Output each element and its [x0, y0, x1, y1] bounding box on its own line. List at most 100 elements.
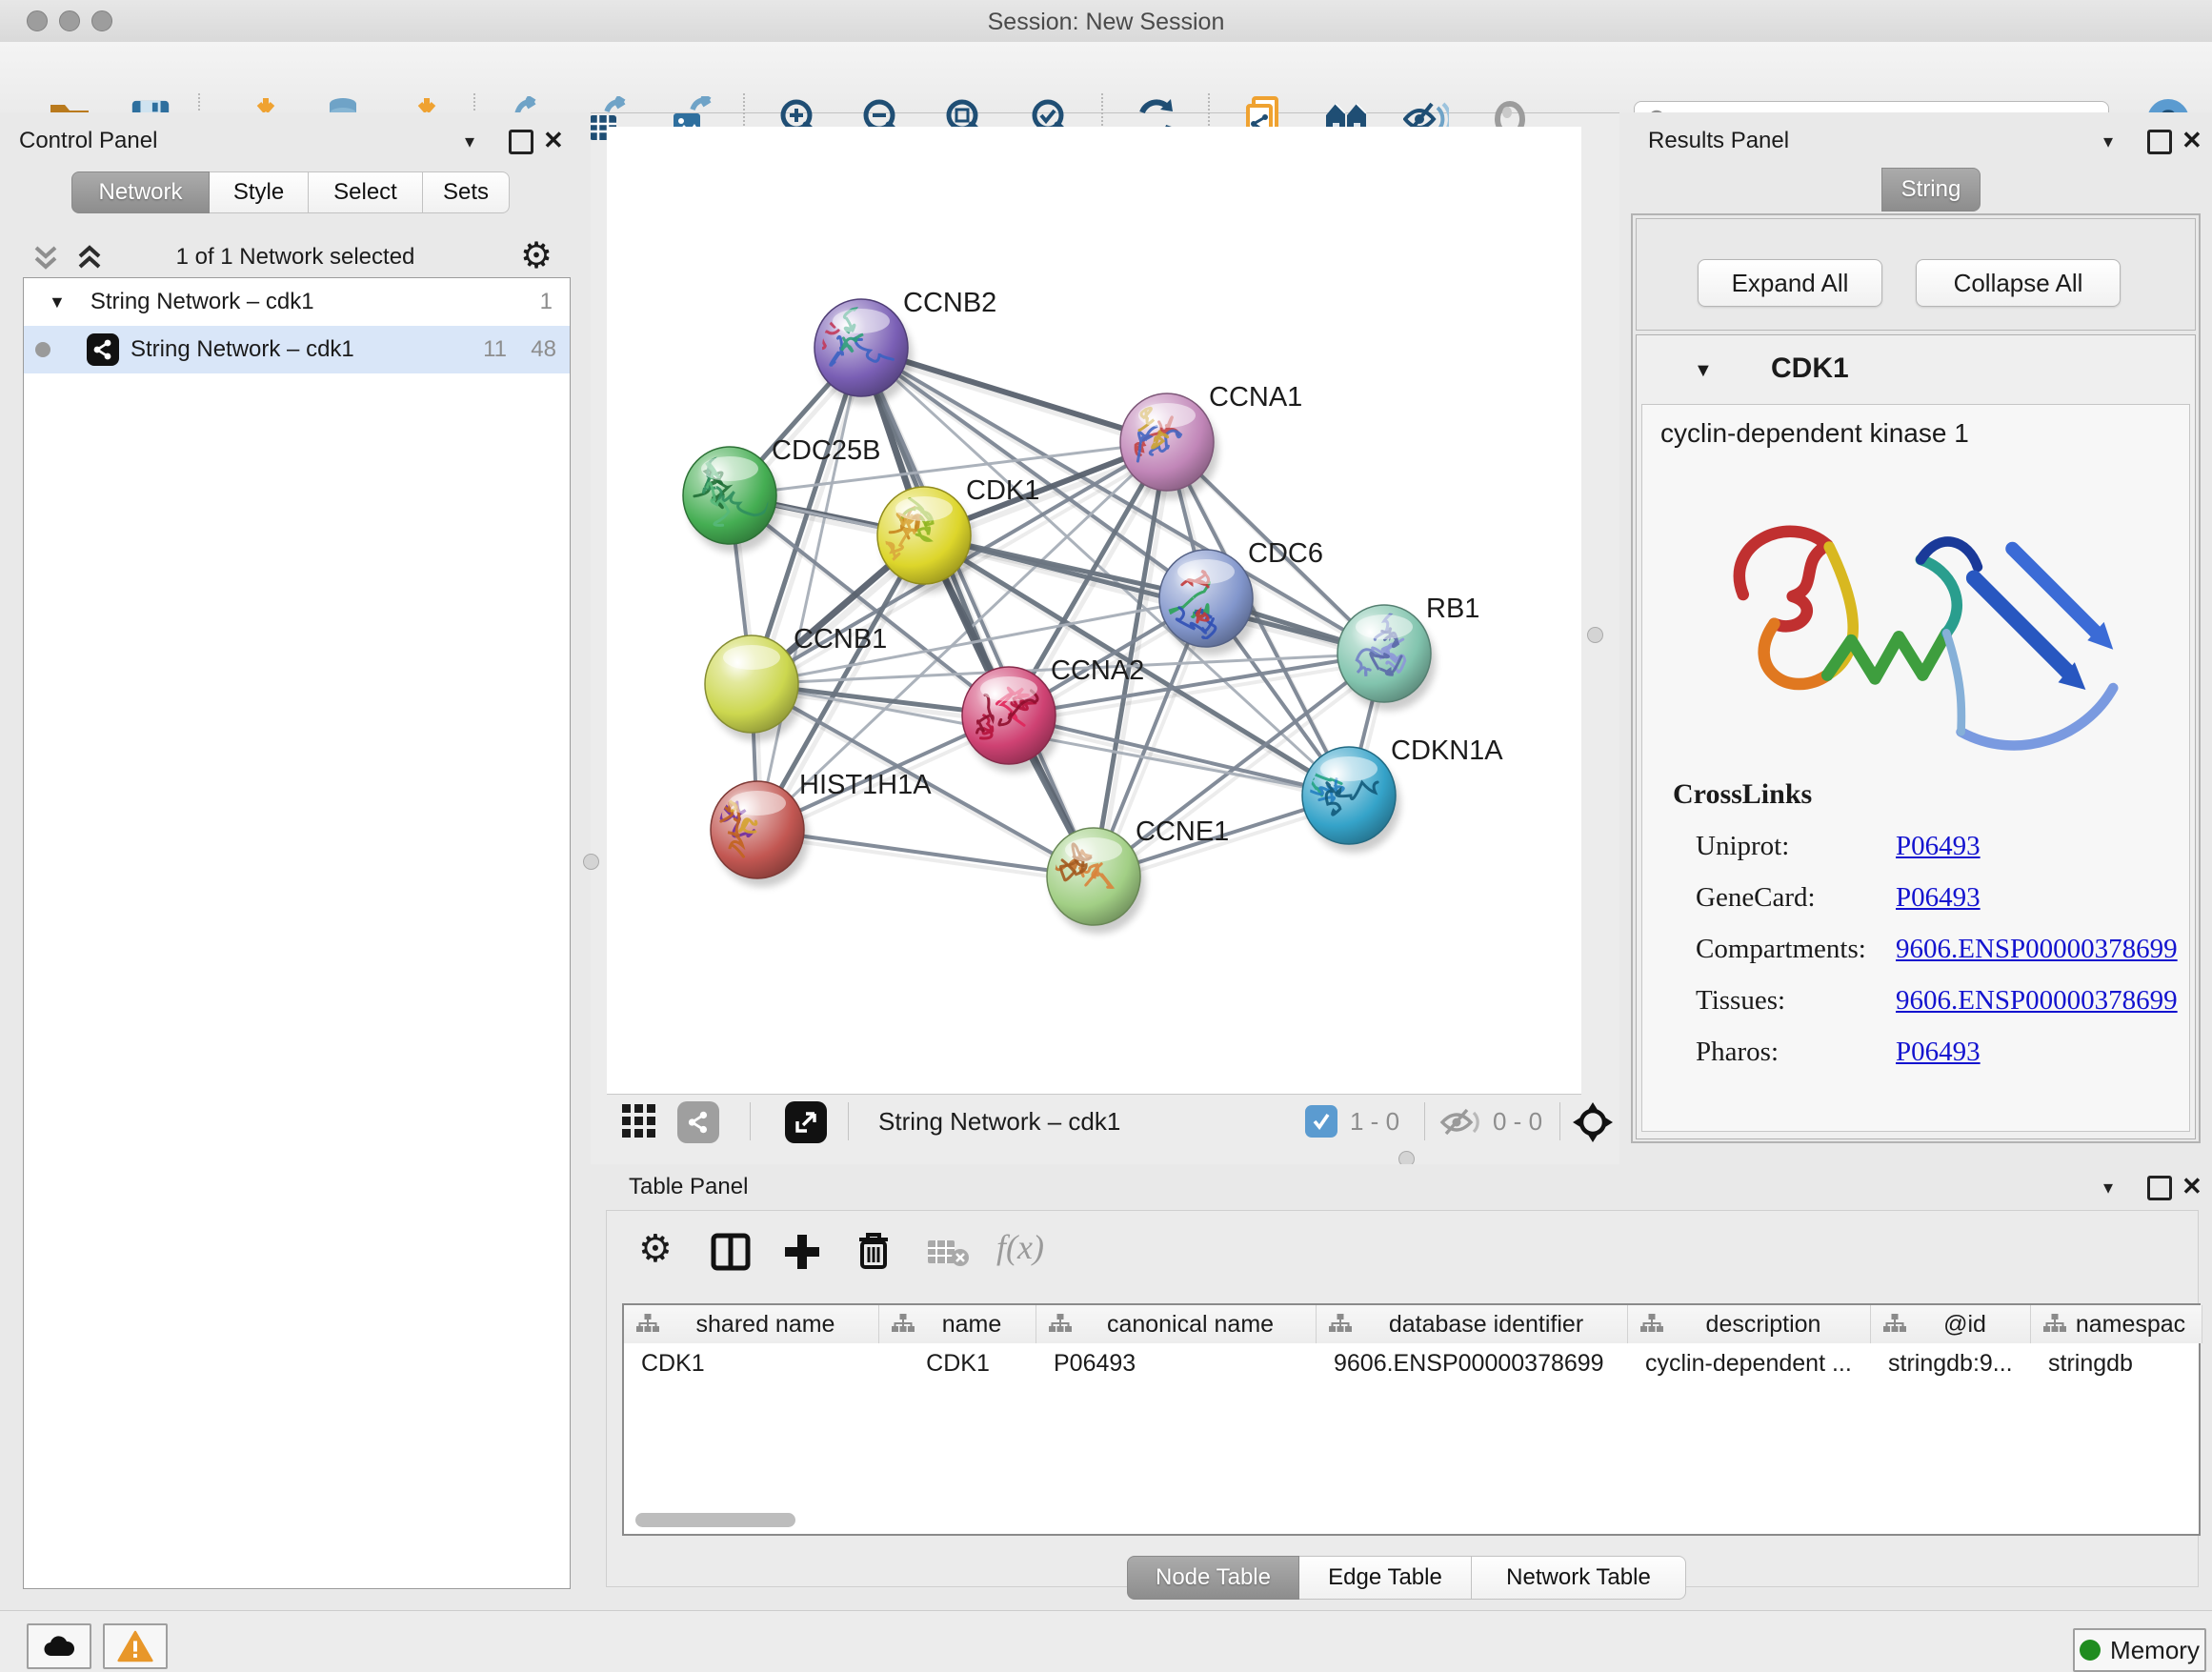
splitter-handle[interactable] [1587, 627, 1603, 643]
delete-table-icon[interactable] [926, 1237, 970, 1274]
open-in-window-icon[interactable] [785, 1101, 827, 1143]
crosslink-label: Tissues: [1696, 975, 1896, 1026]
float-panel-icon[interactable] [509, 130, 533, 154]
column-header[interactable]: database identifier [1317, 1305, 1628, 1343]
column-header[interactable]: description [1628, 1305, 1871, 1343]
column-header[interactable]: canonical name [1036, 1305, 1317, 1343]
delete-column-icon[interactable] [855, 1231, 892, 1276]
expand-all-button[interactable]: Expand All [1698, 259, 1882, 307]
tab-edge-table[interactable]: Edge Table [1299, 1556, 1472, 1600]
panel-menu-icon[interactable]: ▾ [2103, 130, 2113, 153]
table-cell[interactable]: cyclin-dependent ... [1628, 1343, 1871, 1383]
tab-network-table[interactable]: Network Table [1472, 1556, 1686, 1600]
crosslink-label: Compartments: [1696, 923, 1896, 975]
network-canvas[interactable]: CCNB2 CCNA1 CDC25B CDK1 CDC6 RB1 CCNB1 CCNA2 CDK… [607, 127, 1581, 1094]
string-network-icon [87, 333, 119, 366]
network-node-RB1[interactable]: RB1 [1337, 594, 1479, 711]
table-cell[interactable]: CDK1 [879, 1343, 1036, 1383]
crosslink-row: Compartments:9606.ENSP00000378699 [1696, 923, 2178, 975]
network-options-gear-icon[interactable]: ⚙ [520, 234, 553, 277]
table-cell[interactable]: P06493 [1036, 1343, 1317, 1383]
window-status-bar: Memory [0, 1610, 2212, 1672]
network-node-HIST1H1A[interactable]: HIST1H1A [698, 770, 933, 887]
network-node-CCNA1[interactable]: CCNA1 [1120, 382, 1302, 499]
close-panel-icon[interactable]: ✕ [2182, 1172, 2202, 1201]
table-cell[interactable]: CDK1 [624, 1343, 879, 1383]
column-header-label: description [1706, 1311, 1821, 1339]
splitter-handle[interactable] [583, 854, 599, 870]
tab-node-table[interactable]: Node Table [1127, 1556, 1299, 1600]
statusbar-separator [848, 1102, 849, 1140]
collapse-all-networks-icon[interactable] [29, 240, 63, 279]
crosslink-value[interactable]: 9606.ENSP00000378699 [1896, 934, 2178, 964]
table-cell[interactable]: 9606.ENSP00000378699 [1317, 1343, 1628, 1383]
table-cell[interactable]: stringdb [2031, 1343, 2202, 1383]
table-cell[interactable]: stringdb:9... [1871, 1343, 2031, 1383]
crosslink-value[interactable]: P06493 [1896, 831, 1981, 861]
results-buttons-box: Expand All Collapse All [1636, 218, 2196, 331]
hidden-eye-icon[interactable] [1438, 1107, 1480, 1142]
selected-checkbox-icon[interactable] [1305, 1105, 1337, 1138]
network-node-CDKN1A[interactable]: CDKN1A [1293, 735, 1503, 853]
main-toolbar: ? [0, 42, 2212, 113]
panel-menu-icon[interactable]: ▾ [465, 130, 474, 153]
column-header-label: @id [1943, 1311, 1986, 1339]
close-panel-icon[interactable]: ✕ [2182, 126, 2202, 155]
node-label: HIST1H1A [799, 770, 932, 800]
tab-network[interactable]: Network [71, 171, 210, 213]
expand-all-networks-icon[interactable] [72, 240, 107, 279]
add-column-icon[interactable] [783, 1233, 821, 1276]
column-header[interactable]: name [879, 1305, 1036, 1343]
close-panel-icon[interactable]: ✕ [543, 126, 564, 155]
network-node-CDK1[interactable]: CDK1 [877, 475, 1039, 593]
column-header[interactable]: namespac [2031, 1305, 2202, 1343]
node-label: CDC6 [1248, 538, 1323, 569]
network-collection-row[interactable]: ▼ String Network – cdk1 1 [24, 278, 570, 326]
tab-style[interactable]: Style [210, 171, 309, 213]
panel-menu-icon[interactable]: ▾ [2103, 1176, 2113, 1199]
birdseye-grid-icon[interactable] [620, 1102, 660, 1147]
network-node-CCNE1[interactable]: CCNE1 [1018, 816, 1230, 934]
function-builder-button[interactable]: f(x) [996, 1227, 1044, 1267]
collapse-triangle-icon[interactable]: ▼ [49, 292, 66, 312]
float-panel-icon[interactable] [2147, 130, 2172, 154]
node-label: CCNB2 [903, 288, 996, 318]
crosslink-row: Pharos:P06493 [1696, 1026, 2178, 1078]
collapse-all-button[interactable]: Collapse All [1916, 259, 2121, 307]
memory-button[interactable]: Memory [2073, 1628, 2206, 1672]
column-header[interactable]: @id [1871, 1305, 2031, 1343]
section-collapse-icon[interactable]: ▼ [1694, 360, 1713, 382]
network-view-toolbar: String Network – cdk1 1 - 0 0 - 0 [607, 1094, 1581, 1149]
network-node-CCNA2[interactable]: CCNA2 [962, 655, 1144, 773]
fit-content-crosshair-icon[interactable] [1571, 1100, 1615, 1149]
results-panel: Results Panel ▾ ✕ String Expand All Coll… [1619, 112, 2212, 1164]
crosslink-label: GeneCard: [1696, 872, 1896, 923]
network-row[interactable]: String Network – cdk1 11 48 [24, 326, 570, 373]
memory-label: Memory [2110, 1636, 2200, 1665]
crosslink-value[interactable]: 9606.ENSP00000378699 [1896, 985, 2178, 1016]
table-settings-gear-icon[interactable]: ⚙ [638, 1227, 673, 1271]
show-columns-icon[interactable] [711, 1233, 751, 1276]
warnings-button[interactable] [103, 1623, 168, 1669]
network-graph[interactable]: CCNB2 CCNA1 CDC25B CDK1 CDC6 RB1 CCNB1 CCNA2 CDK… [607, 127, 1581, 1094]
node-label: CDC25B [772, 435, 880, 466]
statusbar-separator [1424, 1102, 1425, 1140]
crosslinks-list: Uniprot:P06493 GeneCard:P06493 Compartme… [1696, 820, 2178, 1078]
crosslink-label: Uniprot: [1696, 820, 1896, 872]
column-header[interactable]: shared name [624, 1305, 879, 1343]
cloud-status-button[interactable] [27, 1623, 91, 1669]
edge-count: 48 [531, 336, 556, 363]
table-panel: Table Panel ▾ ✕ ⚙ f(x) shared namenameca… [591, 1164, 2212, 1610]
network-node-CCNB1[interactable]: CCNB1 [705, 624, 887, 741]
tab-string[interactable]: String [1881, 168, 1981, 212]
tab-sets[interactable]: Sets [423, 171, 510, 213]
control-panel-tabs: Network Style Select Sets [71, 171, 510, 213]
crosslink-value[interactable]: P06493 [1896, 1037, 1981, 1067]
window-title: Session: New Session [0, 9, 2212, 36]
tab-select[interactable]: Select [309, 171, 423, 213]
string-settings-icon[interactable] [677, 1101, 719, 1143]
crosslink-value[interactable]: P06493 [1896, 882, 1981, 913]
float-panel-icon[interactable] [2147, 1176, 2172, 1200]
horizontal-scrollbar[interactable] [635, 1513, 795, 1527]
cloud-icon [43, 1635, 75, 1658]
